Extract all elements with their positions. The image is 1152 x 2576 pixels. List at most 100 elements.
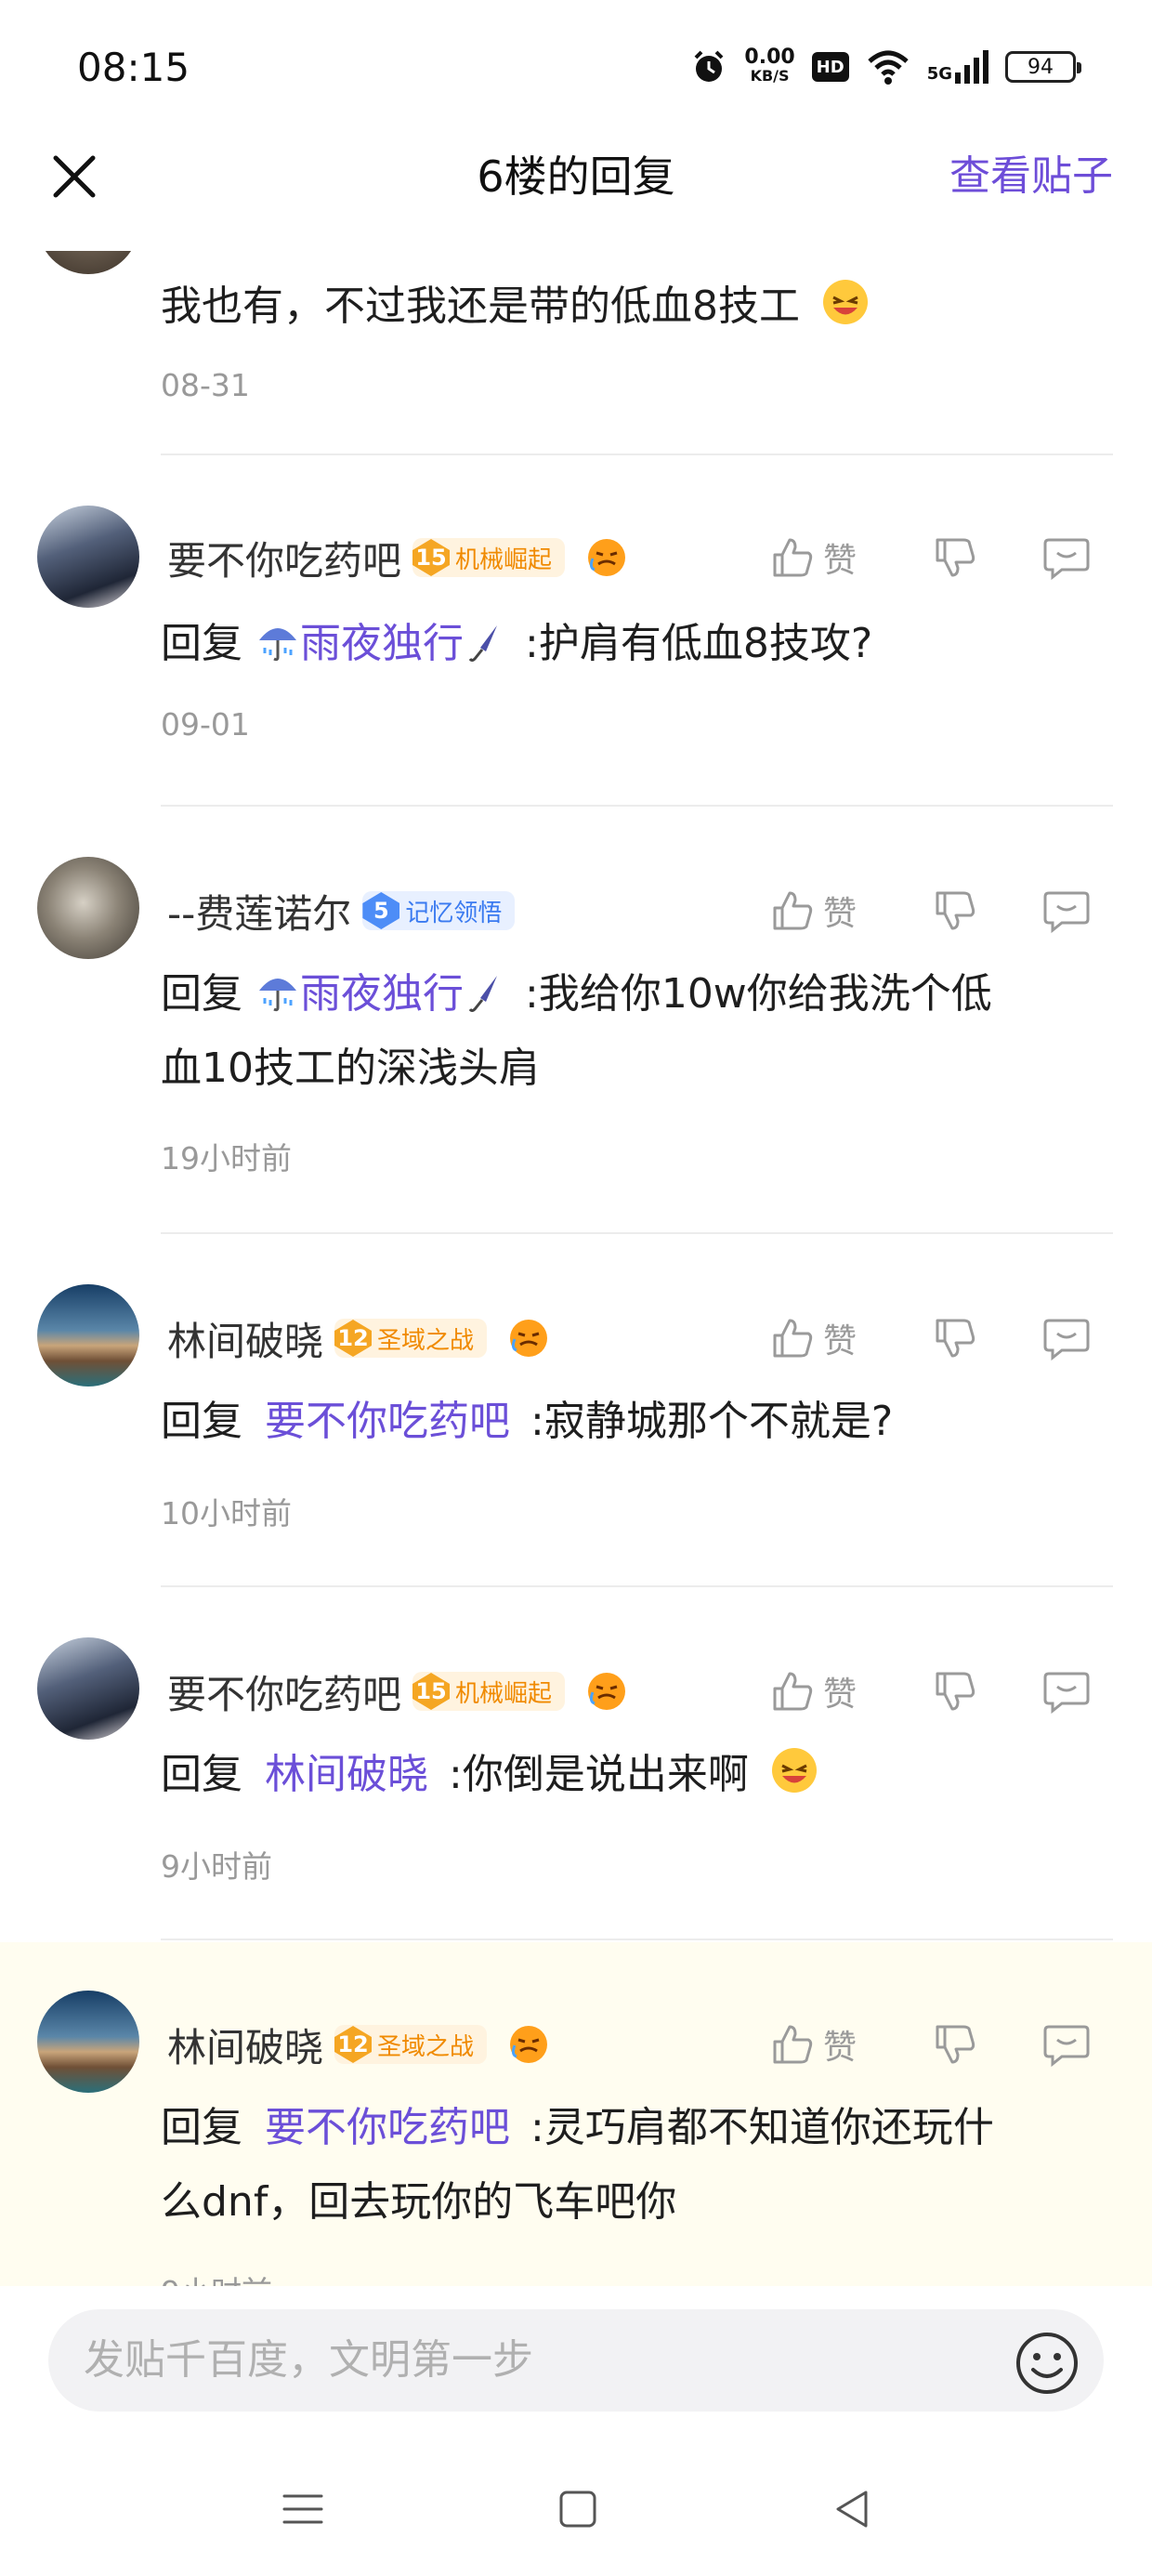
username[interactable]: 林间破晓 [167, 1310, 323, 1367]
like-button[interactable]: 赞 [769, 1314, 881, 1362]
thumbs-down-icon [936, 1319, 975, 1358]
signal-icon: 5G [927, 50, 988, 84]
list-item: --费莲诺尔 5 记忆领悟 赞 回复 雨夜独行:我给你10w你给我洗个低 血10技… [0, 808, 1152, 1236]
username[interactable]: 要不你吃药吧 [167, 530, 401, 586]
username[interactable]: --费莲诺尔 [167, 883, 351, 940]
list-item-highlighted: 林间破晓 12 圣域之战 赞 回复 要不你吃药吧:灵巧肩都不知道你还玩什 么dnf… [0, 1942, 1152, 2286]
wifi-icon [868, 50, 909, 85]
closed-umbrella-icon [468, 625, 497, 662]
reply-label: 回复 [161, 1398, 242, 1445]
status-icons: 0.00 KB/S HD 5G 94 [690, 45, 1081, 89]
level-badge: 15 机械崛起 [412, 538, 566, 577]
reply-content: :灵巧肩都不知道你还玩什 [530, 2104, 994, 2151]
avatar[interactable] [37, 1637, 139, 1740]
like-button[interactable]: 赞 [769, 887, 881, 935]
dislike-button[interactable] [918, 534, 992, 581]
reply-content: :我给你10w你给我洗个低 [525, 970, 992, 1018]
mention-link[interactable]: 要不你吃药吧 [265, 1398, 510, 1445]
thumbs-down-icon [936, 891, 975, 930]
like-button[interactable]: 赞 [769, 533, 881, 582]
mention-link[interactable]: 雨夜独行 [300, 970, 464, 1018]
reply-label: 回复 [161, 620, 242, 667]
reply-content: :护肩有低血8技攻? [525, 620, 873, 667]
comment-button[interactable] [1029, 1315, 1104, 1361]
comment-button[interactable] [1029, 534, 1104, 581]
reply-time: 9小时前 [161, 2267, 272, 2286]
divider [161, 1939, 1113, 1940]
thumbs-up-icon [773, 891, 813, 930]
thumbs-up-icon [773, 1672, 813, 1711]
avatar[interactable] [37, 1284, 139, 1387]
level-badge: 12 圣域之战 [334, 1319, 488, 1358]
hd-icon: HD [811, 52, 849, 82]
thumbs-up-icon [773, 1319, 813, 1358]
reply-label: 回复 [161, 970, 242, 1018]
list-item: 要不你吃药吧 15 机械崛起 赞 回复 雨夜独行 :护肩有低血8技攻? 09-01 [0, 455, 1152, 808]
avatar[interactable] [37, 251, 139, 274]
crying-emoji-icon [510, 1320, 548, 1357]
comment-icon [1043, 538, 1090, 581]
reply-content: 我也有，不过我还是带的低血8技工 [161, 283, 800, 330]
mention-link[interactable]: 雨夜独行 [300, 620, 464, 667]
reply-time: 10小时前 [161, 1495, 292, 1531]
battery-icon: 94 [1005, 51, 1081, 83]
crying-emoji-icon [510, 2026, 548, 2063]
dislike-button[interactable] [918, 2021, 992, 2068]
like-button[interactable]: 赞 [769, 2020, 881, 2069]
reply-time: 9小时前 [161, 1848, 272, 1885]
home-icon[interactable] [550, 2481, 606, 2537]
dislike-button[interactable] [918, 1315, 992, 1361]
thumbs-down-icon [936, 2025, 975, 2064]
reply-label: 回复 [161, 1751, 242, 1798]
reply-label: 回复 [161, 2104, 242, 2151]
reply-time: 08-31 [161, 367, 250, 403]
view-post-link[interactable]: 查看贴子 [949, 149, 1113, 204]
laughing-emoji-icon [771, 1748, 817, 1793]
crying-emoji-icon [588, 1673, 626, 1710]
dislike-button[interactable] [918, 1668, 992, 1715]
comment-icon [1043, 1319, 1090, 1361]
reply-content-line2: 血10技工的深浅头肩 [161, 1045, 540, 1092]
mention-link[interactable]: 林间破晓 [265, 1751, 428, 1798]
comment-button[interactable] [1029, 1668, 1104, 1715]
username[interactable]: 要不你吃药吧 [167, 1663, 401, 1720]
comment-input-placeholder[interactable]: 发贴千百度，文明第一步 [84, 2333, 533, 2388]
level-badge: 15 机械崛起 [412, 1672, 566, 1711]
comment-icon [1043, 2025, 1090, 2068]
level-badge: 12 圣域之战 [334, 2025, 488, 2064]
status-time: 08:15 [77, 45, 190, 90]
alarm-icon [694, 50, 724, 82]
avatar[interactable] [37, 506, 139, 608]
thumbs-up-icon [773, 538, 813, 577]
crying-emoji-icon [588, 539, 626, 576]
reply-time: 19小时前 [161, 1140, 292, 1176]
net-speed: 0.00 KB/S [744, 46, 795, 85]
comment-icon [1043, 1672, 1090, 1715]
like-button[interactable]: 赞 [769, 1667, 881, 1715]
list-item: 林间破晓 12 圣域之战 赞 回复 要不你吃药吧 :寂静城那个不就是? 10小时前 [0, 1236, 1152, 1589]
emoji-icon[interactable] [1015, 2331, 1080, 2396]
comment-button[interactable] [1029, 887, 1104, 934]
divider [161, 1232, 1113, 1234]
umbrella-icon [259, 628, 296, 662]
comment-button[interactable] [1029, 2021, 1104, 2068]
status-bar: 08:15 0.00 KB/S HD 5G 94 [0, 0, 1152, 139]
thumbs-down-icon [936, 1672, 975, 1711]
mention-link[interactable]: 要不你吃药吧 [265, 2104, 510, 2151]
divider [161, 1585, 1113, 1587]
thumbs-down-icon [936, 538, 975, 577]
dislike-button[interactable] [918, 887, 992, 934]
avatar[interactable] [37, 857, 139, 959]
reply-list[interactable]: 我也有，不过我还是带的低血8技工 08-31 要不你吃药吧 15机械崛起 赞 [0, 251, 1152, 2286]
avatar[interactable] [37, 1991, 139, 2093]
comment-icon [1043, 891, 1090, 934]
back-icon[interactable] [825, 2481, 881, 2537]
reply-content: :寂静城那个不就是? [530, 1398, 894, 1445]
reply-time: 09-01 [161, 706, 250, 743]
username[interactable]: 林间破晓 [167, 2017, 323, 2073]
thumbs-up-icon [773, 2025, 813, 2064]
divider [161, 805, 1113, 807]
reply-content: :你倒是说出来啊 [449, 1751, 749, 1798]
menu-icon[interactable] [275, 2481, 331, 2537]
list-item: 要不你吃药吧 15 机械崛起 赞 回复 林间破晓 :你倒是说出来啊 9小时前 [0, 1589, 1152, 1942]
